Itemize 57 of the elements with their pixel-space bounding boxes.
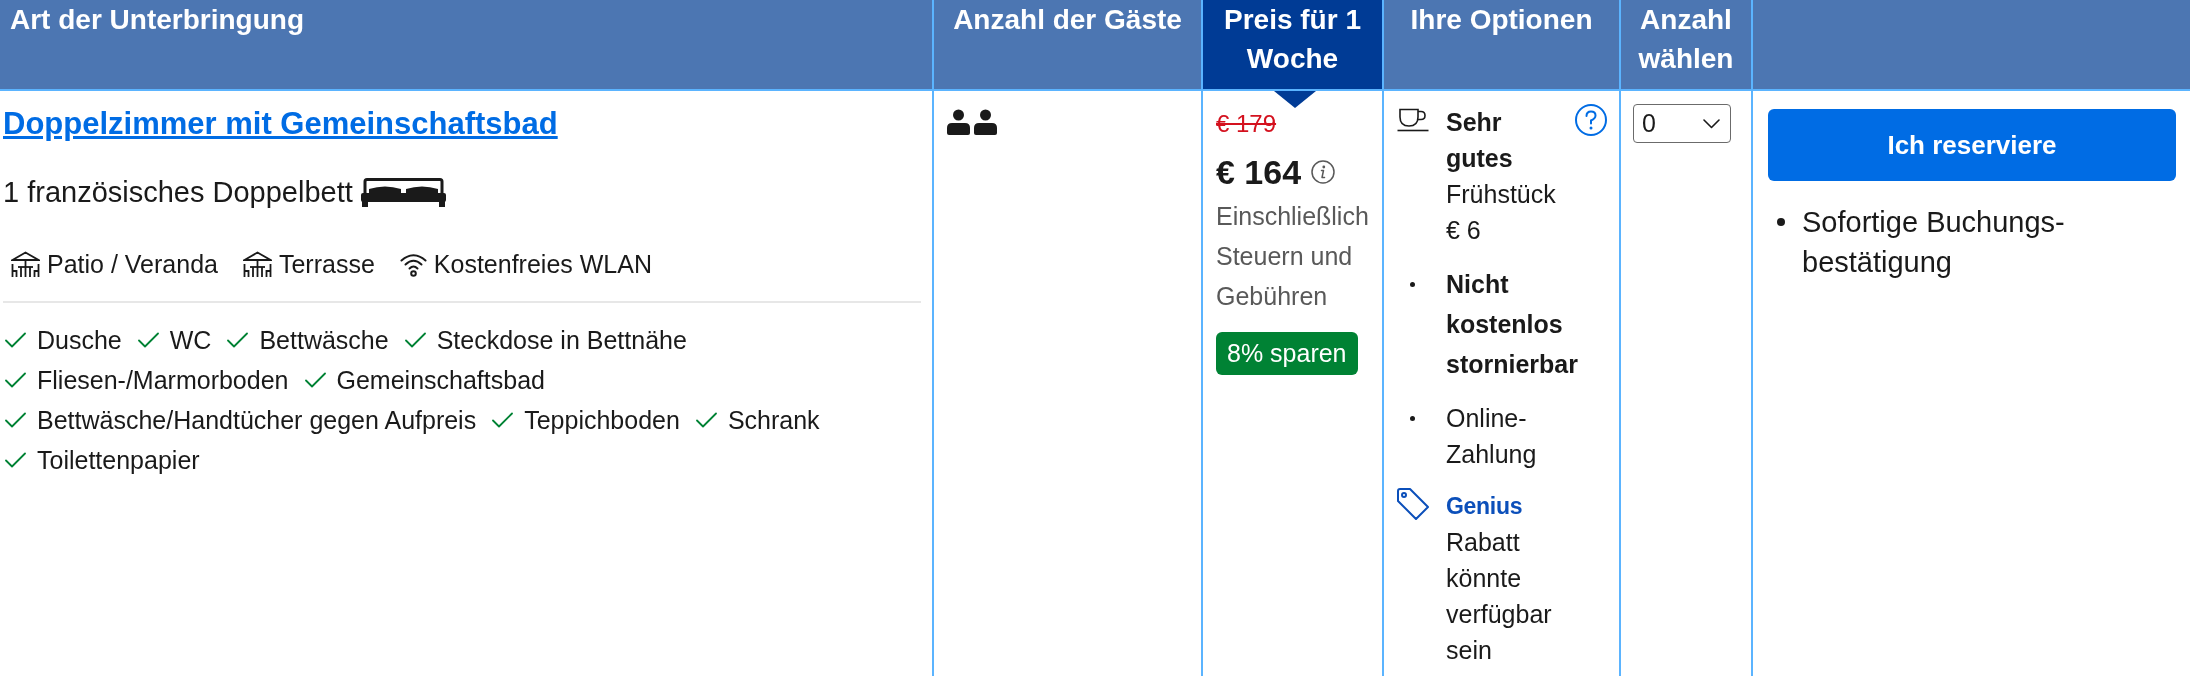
benefit-text: Sofortige Buchungs-bestätigung xyxy=(1802,205,2066,280)
amenity-label: Gemeinschaftsbad xyxy=(336,365,545,396)
person-icon xyxy=(947,109,970,135)
amenity-label: Steckdose in Bettnähe xyxy=(436,325,687,356)
amenity-label: Dusche xyxy=(37,325,122,356)
column-header: Anzahl der Gäste xyxy=(934,0,1203,91)
amenity-label: Fliesen-/Marmorboden xyxy=(37,365,289,396)
double-bed-icon xyxy=(360,177,446,207)
amenity-label: Teppichboden xyxy=(524,405,680,436)
reserve-button[interactable]: Ich reserviere xyxy=(1768,109,2176,181)
amenity-label: Schrank xyxy=(727,405,820,436)
bullet-icon xyxy=(1777,218,1785,226)
person-icon xyxy=(974,109,997,135)
check-icon xyxy=(304,372,326,388)
amenity-label: Bettwäsche/Handtücher gegen Aufpreis xyxy=(37,405,477,436)
check-icon xyxy=(5,412,26,428)
option-text: Online-Zahlung xyxy=(1446,403,1538,470)
wifi-icon xyxy=(399,251,427,277)
current-price: € 164 xyxy=(1216,152,1302,193)
option-text: Nicht kostenlos stornierbar xyxy=(1446,269,1579,380)
bed-type-text: 1 französisches Doppelbett xyxy=(3,175,353,210)
quantity-select[interactable]: 0 xyxy=(1633,104,1731,143)
tag-icon xyxy=(1397,488,1429,520)
bullet-icon xyxy=(1410,416,1415,421)
check-icon xyxy=(492,412,514,428)
triangle-pointer-icon xyxy=(1274,91,1316,108)
column-header: Art der Unterbringung xyxy=(0,0,934,91)
discount-badge: 8% sparen xyxy=(1216,332,1358,375)
check-icon xyxy=(5,332,26,348)
facility-label: Patio / Veranda xyxy=(47,249,218,280)
info-icon[interactable] xyxy=(1311,160,1336,184)
facility-label: Terrasse xyxy=(278,249,375,280)
facility-label: Kostenfreies WLAN xyxy=(433,249,652,280)
patio-umbrella-icon xyxy=(11,250,40,278)
amenity-label: WC xyxy=(169,325,212,356)
amenity-label: Toilettenpapier xyxy=(37,445,200,476)
breakfast-option-text: Sehr gutes Frühstück € 6 xyxy=(1446,107,1557,246)
chevron-down-icon xyxy=(1703,118,1720,129)
price-note: Einschließlich Steuern und Gebühren xyxy=(1216,201,1370,312)
check-icon xyxy=(404,332,426,348)
column-header: Anzahl wählen xyxy=(1621,0,1753,91)
original-price: € 179 xyxy=(1216,109,1277,139)
discount-note-text: Rabatt könnte verfügbar sein xyxy=(1446,527,1553,666)
patio-umbrella-icon xyxy=(242,250,272,278)
bullet-icon xyxy=(1410,282,1415,287)
check-icon xyxy=(5,452,26,468)
help-icon[interactable] xyxy=(1575,104,1607,136)
check-icon xyxy=(695,412,717,428)
room-name-link[interactable]: Doppelzimmer mit Gemeinschaftsbad xyxy=(3,104,558,144)
brand-logo: Genius xyxy=(1446,492,1523,521)
amenity-label: Bettwäsche xyxy=(259,325,389,356)
check-icon xyxy=(5,372,26,388)
cup-icon xyxy=(1397,108,1429,132)
check-icon xyxy=(137,332,159,348)
column-header: Ihre Optionen xyxy=(1384,0,1621,91)
check-icon xyxy=(227,332,249,348)
column-header: Preis für 1 Woche xyxy=(1203,0,1384,91)
